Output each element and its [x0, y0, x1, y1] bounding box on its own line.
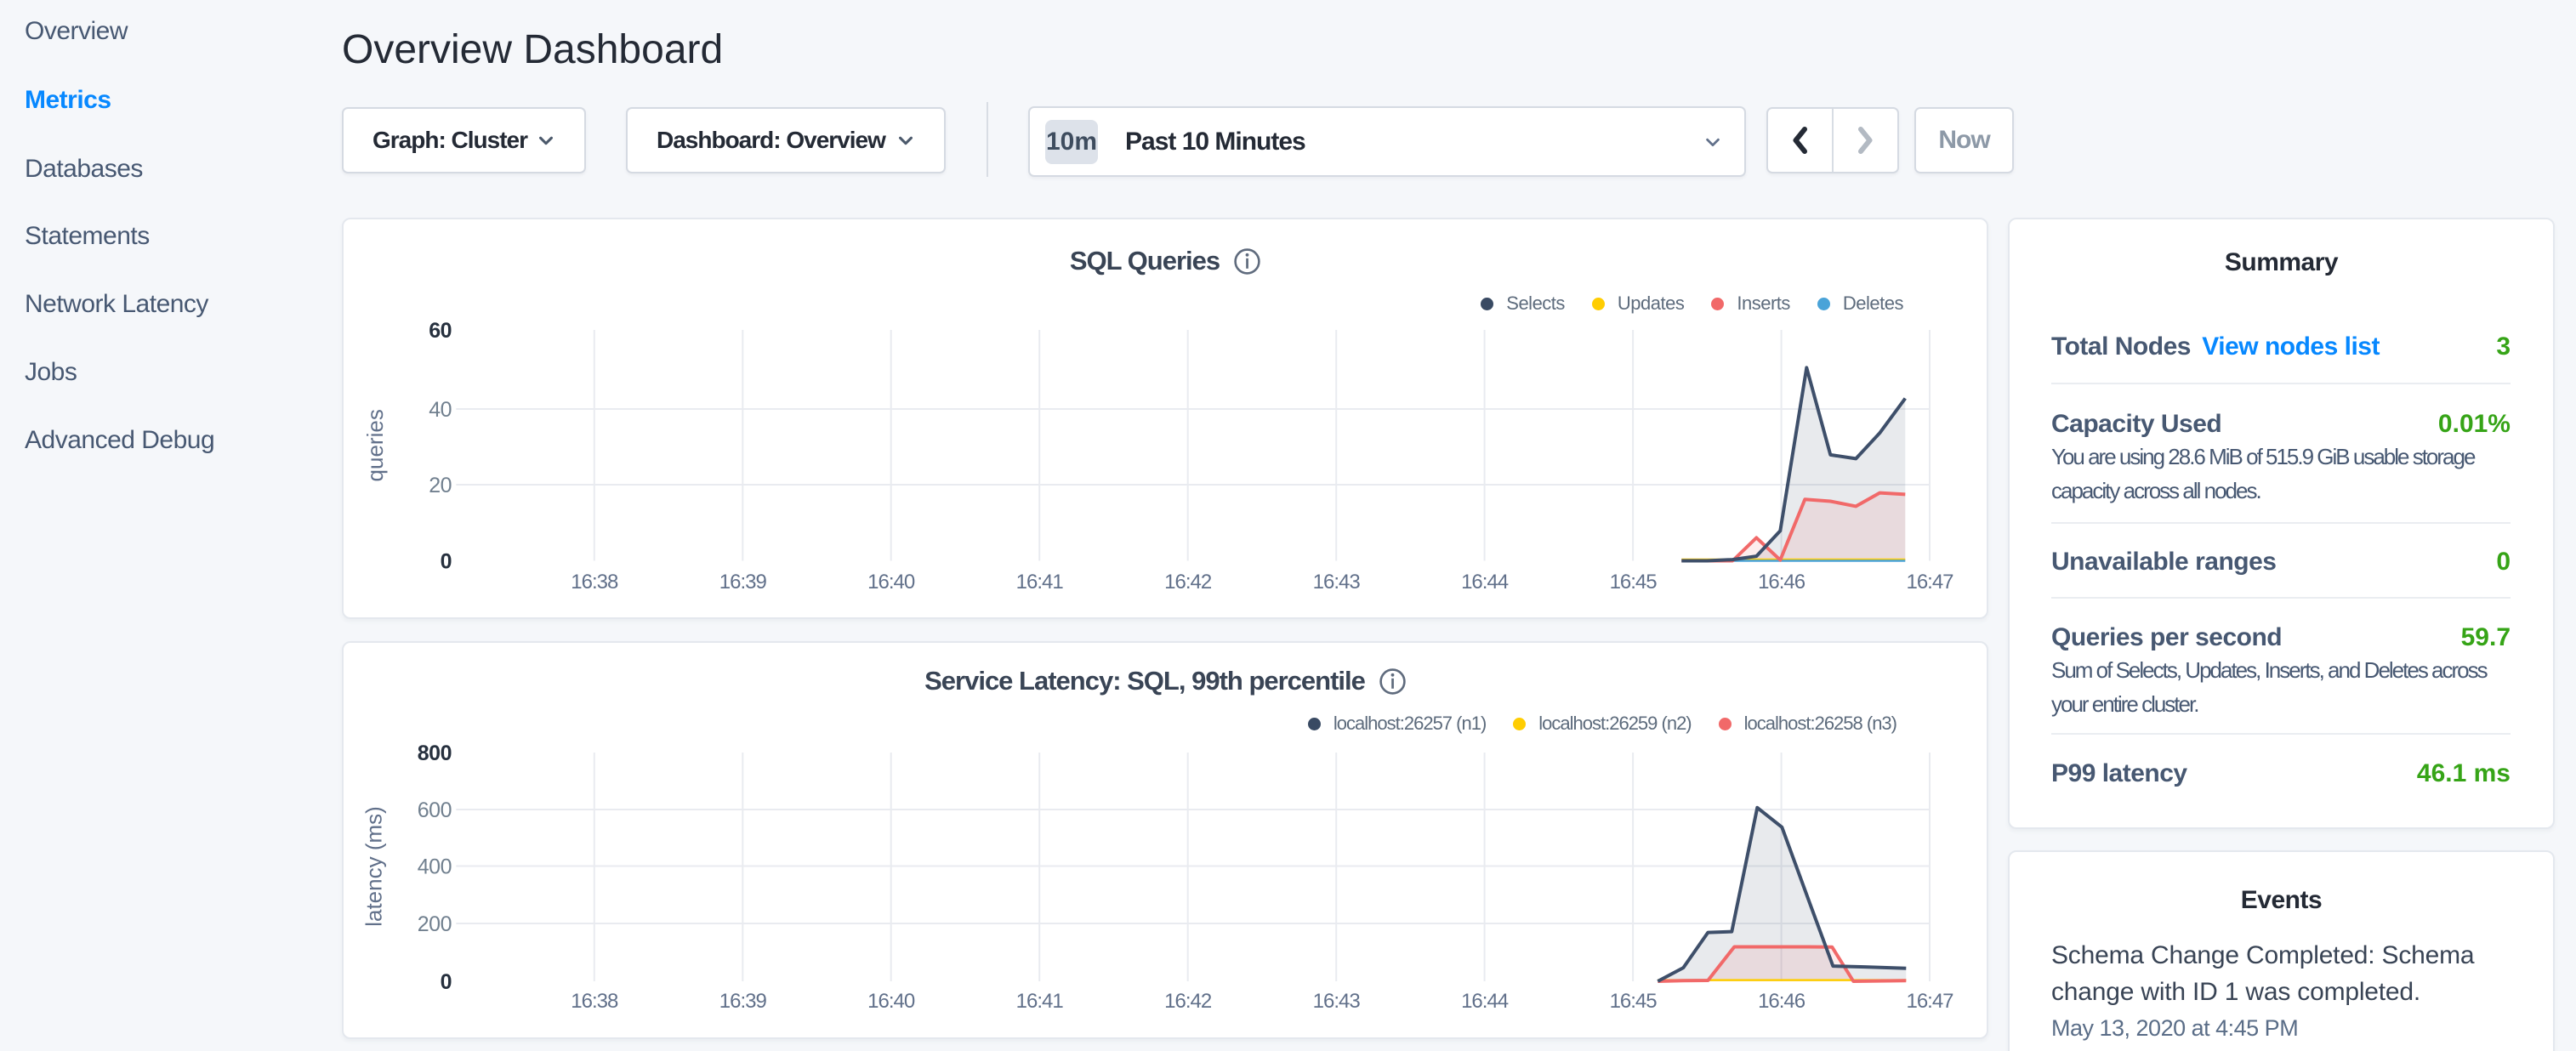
- svg-text:400: 400: [418, 855, 452, 879]
- svg-text:16:41: 16:41: [1016, 990, 1064, 1013]
- svg-text:16:46: 16:46: [1758, 990, 1805, 1013]
- svg-text:800: 800: [418, 741, 452, 765]
- svg-text:16:40: 16:40: [867, 990, 915, 1013]
- svg-text:16:41: 16:41: [1016, 571, 1064, 594]
- svg-text:20: 20: [429, 474, 452, 497]
- svg-text:16:42: 16:42: [1164, 571, 1212, 594]
- svg-text:0: 0: [441, 550, 452, 574]
- svg-text:16:38: 16:38: [571, 571, 618, 594]
- svg-text:600: 600: [418, 798, 452, 822]
- svg-text:queries: queries: [362, 409, 388, 481]
- svg-text:16:45: 16:45: [1610, 990, 1658, 1013]
- svg-text:16:43: 16:43: [1313, 571, 1361, 594]
- svg-text:16:39: 16:39: [719, 571, 767, 594]
- svg-text:40: 40: [429, 398, 452, 422]
- svg-text:16:38: 16:38: [571, 990, 618, 1013]
- svg-text:0: 0: [441, 970, 452, 994]
- svg-text:16:47: 16:47: [1906, 571, 1953, 594]
- svg-text:16:42: 16:42: [1164, 990, 1212, 1013]
- svg-text:16:40: 16:40: [867, 571, 915, 594]
- svg-text:16:39: 16:39: [719, 990, 767, 1013]
- svg-text:60: 60: [429, 319, 452, 343]
- svg-text:16:46: 16:46: [1758, 571, 1805, 594]
- svg-text:16:44: 16:44: [1461, 990, 1509, 1013]
- svg-text:16:45: 16:45: [1610, 571, 1658, 594]
- svg-text:16:47: 16:47: [1906, 990, 1953, 1013]
- svg-text:16:43: 16:43: [1313, 990, 1361, 1013]
- svg-text:16:44: 16:44: [1461, 571, 1509, 594]
- svg-text:latency (ms): latency (ms): [361, 806, 387, 927]
- svg-text:200: 200: [418, 912, 452, 936]
